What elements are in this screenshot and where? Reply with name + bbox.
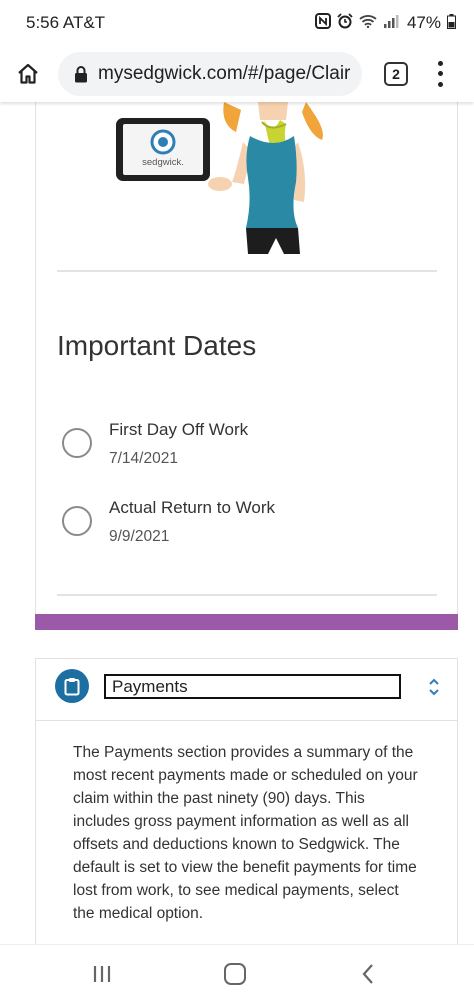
date-label: Actual Return to Work bbox=[109, 498, 275, 517]
battery-percent: 47% bbox=[406, 13, 441, 32]
tablet-brand-text: sedgwick. bbox=[142, 157, 184, 168]
expand-collapse-icon[interactable] bbox=[424, 675, 444, 699]
nfc-icon bbox=[314, 13, 331, 33]
date-item-return-to-work: Actual Return to Work 9/9/2021 bbox=[62, 498, 275, 546]
alarm-icon bbox=[337, 13, 353, 33]
clipboard-icon bbox=[55, 669, 89, 703]
url-text: mysedgwick.com/#/page/Clair bbox=[98, 63, 351, 84]
menu-dot-icon bbox=[437, 71, 443, 77]
section-accent-bar bbox=[35, 614, 458, 630]
menu-dot-icon bbox=[437, 60, 443, 66]
back-button[interactable] bbox=[360, 963, 376, 985]
illustration-woman-tablet: sedgwick. bbox=[36, 102, 459, 272]
tab-switcher-button[interactable]: 2 bbox=[384, 62, 408, 86]
address-bar[interactable]: mysedgwick.com/#/page/Clair bbox=[58, 52, 362, 96]
signal-icon bbox=[383, 14, 399, 32]
recent-apps-icon bbox=[93, 966, 111, 982]
wifi-icon bbox=[359, 14, 377, 32]
home-icon bbox=[18, 63, 38, 84]
lock-icon bbox=[70, 63, 92, 85]
home-button[interactable] bbox=[0, 46, 56, 102]
status-bar: 5:56 AT&T 47% bbox=[0, 0, 474, 46]
radio-icon[interactable] bbox=[62, 506, 92, 536]
recent-apps-button[interactable] bbox=[92, 965, 112, 983]
date-value: 7/14/2021 bbox=[109, 450, 178, 467]
browser-toolbar: mysedgwick.com/#/page/Clair 2 bbox=[0, 46, 474, 102]
divider bbox=[57, 594, 437, 596]
status-icons: 47% bbox=[314, 13, 456, 33]
system-nav-bar bbox=[0, 944, 474, 1000]
radio-icon[interactable] bbox=[62, 428, 92, 458]
payments-description: The Payments section provides a summary … bbox=[73, 744, 418, 922]
divider bbox=[57, 270, 437, 272]
browser-menu-button[interactable] bbox=[428, 58, 452, 90]
date-text: Actual Return to Work 9/9/2021 bbox=[109, 498, 275, 546]
important-dates-title: Important Dates bbox=[57, 330, 257, 361]
date-label: First Day Off Work bbox=[109, 420, 249, 439]
date-item-first-day-off: First Day Off Work 7/14/2021 bbox=[62, 420, 248, 468]
payments-title: Payments bbox=[104, 674, 401, 699]
battery-icon bbox=[447, 13, 456, 33]
status-time-carrier: 5:56 AT&T bbox=[26, 13, 106, 32]
date-value: 9/9/2021 bbox=[109, 528, 170, 545]
menu-dot-icon bbox=[437, 82, 443, 88]
system-home-button[interactable] bbox=[224, 963, 246, 985]
back-chevron-icon bbox=[362, 964, 373, 984]
date-text: First Day Off Work 7/14/2021 bbox=[109, 420, 248, 468]
payments-panel: Payments The Payments section provides a… bbox=[35, 658, 458, 948]
payments-header[interactable]: Payments bbox=[36, 659, 457, 721]
claim-card: sedgwick. Important Dates First Day Off … bbox=[35, 102, 458, 614]
